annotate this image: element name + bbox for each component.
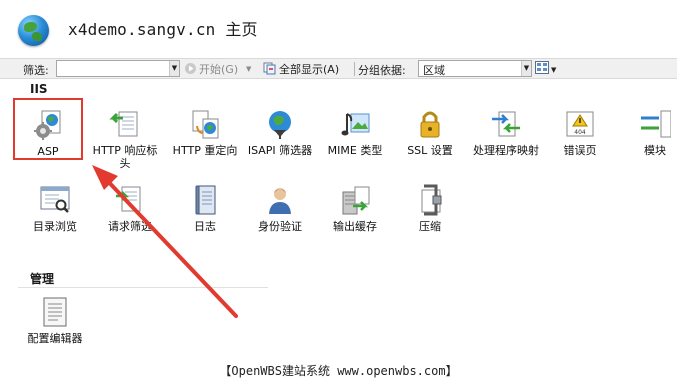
logging-icon [189,184,221,216]
start-dropdown-button[interactable]: ▼ [246,61,251,77]
configuration-editor-icon [39,296,71,328]
page-header: x4demo.sangv.cn 主页 [0,0,677,58]
directory-browsing-icon [39,184,71,216]
http-redirect-icon [189,108,221,140]
http-response-headers-icon [109,108,141,140]
svg-text:404: 404 [574,129,586,136]
feature-modules[interactable]: 模块 [618,108,677,157]
feature-isapi-filters[interactable]: ISAPI 筛选器 [243,108,317,157]
error-pages-icon: 404 [564,108,596,140]
toolbar-separator [354,62,355,76]
ssl-settings-icon [414,108,446,140]
feature-handler-mappings[interactable]: 处理程序映射 [469,108,543,157]
view-mode-button[interactable]: ▼ [535,61,556,77]
feature-http-redirect[interactable]: HTTP 重定向 [168,108,242,157]
filter-input[interactable]: ▼ [56,60,180,77]
output-caching-icon [339,184,371,216]
chevron-down-icon[interactable]: ▼ [169,61,179,76]
feature-configuration-editor[interactable]: 配置编辑器 [18,296,92,345]
authentication-icon [264,184,296,216]
view-grid-icon [535,61,549,77]
feature-error-pages[interactable]: 404 错误页 [543,108,617,157]
page-title: x4demo.sangv.cn 主页 [68,20,258,39]
feature-logging[interactable]: 日志 [168,184,242,233]
feature-request-filtering[interactable]: 请求筛选 [93,184,167,233]
request-filtering-icon [114,184,146,216]
asp-icon [32,109,64,141]
features-view: IIS ASP HTTP 响应标头 HTTP 重定向 ISAPI 筛选器 MIM… [0,80,677,387]
show-all-icon [263,62,277,78]
group-by-label: 分组依据: [358,64,406,77]
feature-ssl-settings[interactable]: SSL 设置 [393,108,467,157]
feature-asp[interactable]: ASP [13,98,83,160]
start-filter-button[interactable]: 开始(G) [184,61,238,77]
feature-directory-browsing[interactable]: 目录浏览 [18,184,92,233]
compression-icon [414,184,446,216]
group-by-select[interactable]: 区域 ▼ [418,60,532,77]
filter-label: 筛选: [23,64,49,77]
chevron-down-icon[interactable]: ▼ [521,61,531,76]
chevron-down-icon: ▼ [246,65,252,73]
filter-toolbar: 筛选: ▼ 开始(G) ▼ 全部显示(A) 分组依据: 区域 ▼ ▼ [0,58,677,79]
footer-watermark: 【OpenWBS建站系统 www.openwbs.com】 [219,364,458,378]
section-divider [18,287,268,288]
section-title-management: 管理 [30,272,55,286]
show-all-button[interactable]: 全部显示(A) [263,61,339,77]
mime-types-icon [339,108,371,140]
globe-icon [18,15,49,46]
feature-http-response-headers[interactable]: HTTP 响应标头 [88,108,162,170]
section-title-iis: IIS [30,82,48,96]
modules-icon [639,108,672,140]
chevron-down-icon: ▼ [551,66,557,74]
feature-compression[interactable]: 压缩 [393,184,467,233]
handler-mappings-icon [490,108,522,140]
feature-output-caching[interactable]: 输出缓存 [318,184,392,233]
feature-authentication[interactable]: 身份验证 [243,184,317,233]
feature-mime-types[interactable]: MIME 类型 [318,108,392,157]
start-icon [184,62,197,78]
isapi-filters-icon [264,108,296,140]
